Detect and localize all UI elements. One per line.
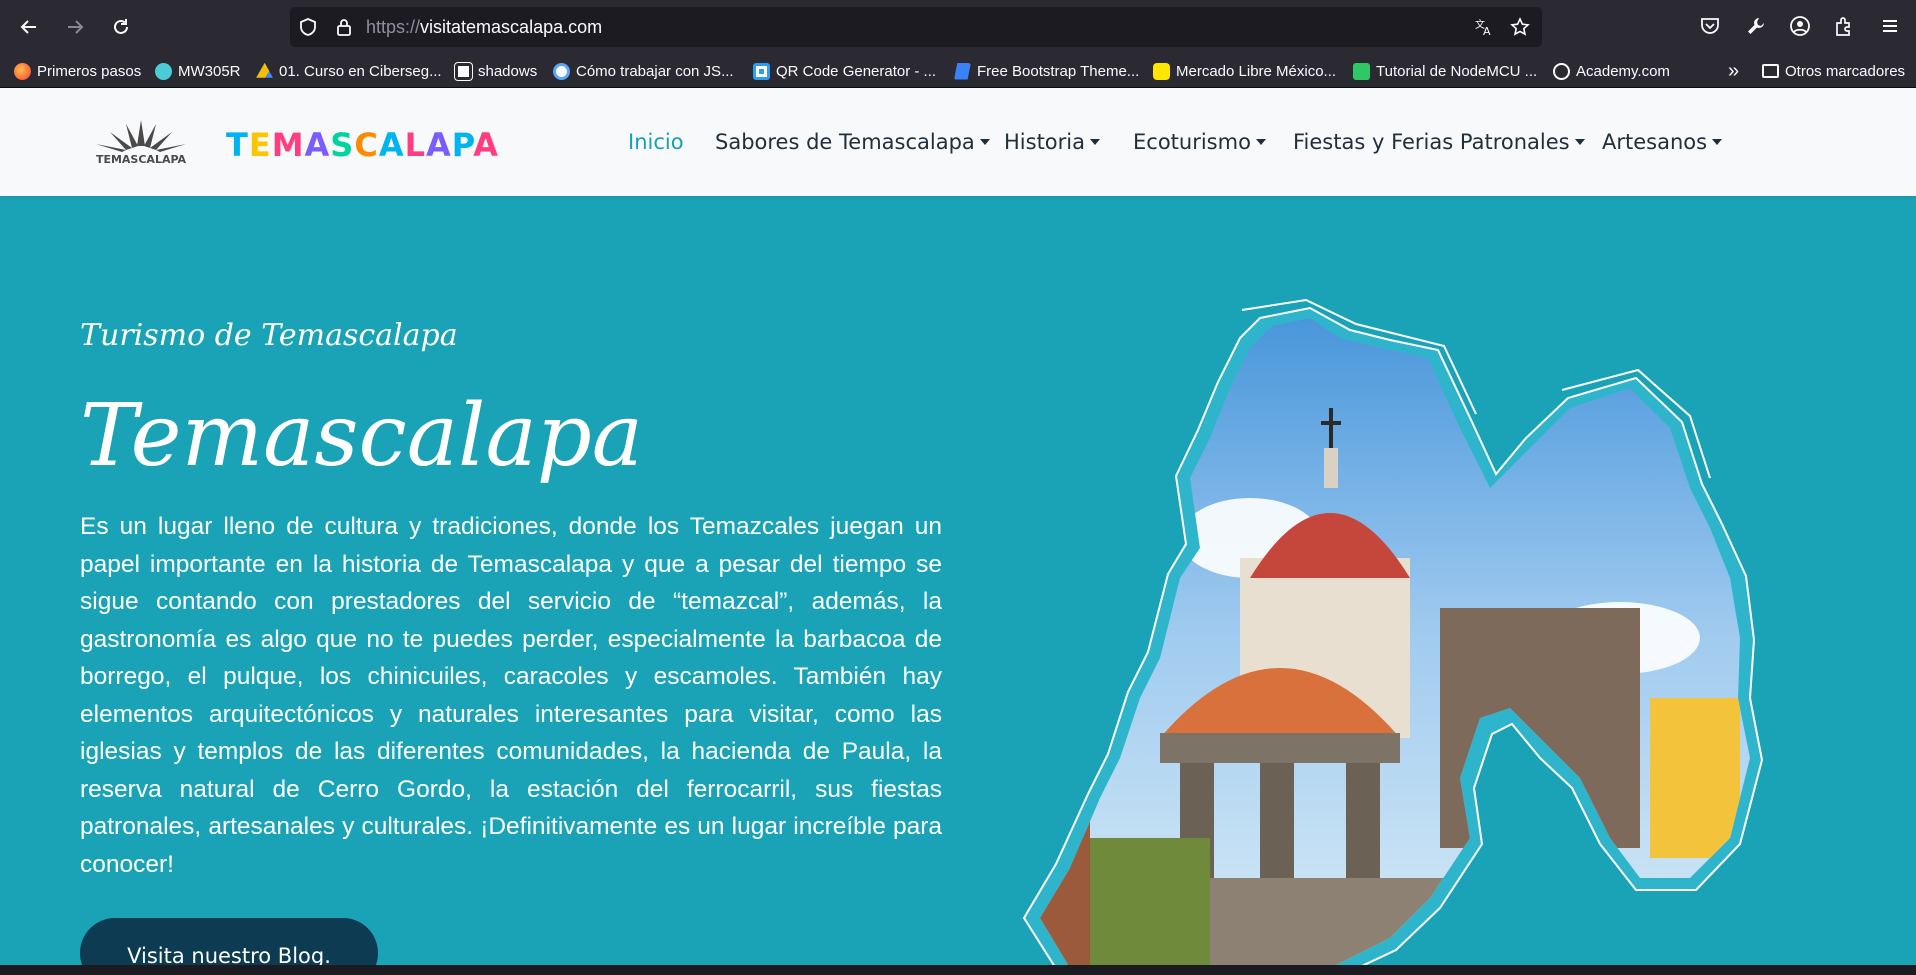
temascalapa-logo[interactable]: TEMASCALAPA	[88, 118, 194, 166]
url-host: visitatemascalapa.com	[420, 17, 603, 37]
pocket-icon[interactable]	[1699, 15, 1721, 37]
more-bookmarks-button[interactable]: »	[1728, 60, 1739, 82]
bookmark-item[interactable]: QR Code Generator - ...	[753, 60, 936, 82]
url-protocol: https://	[366, 17, 421, 37]
window-bottom-edge	[0, 965, 1916, 975]
nodemcu-icon	[1353, 62, 1370, 80]
svg-text:A: A	[1483, 25, 1491, 37]
globe-icon	[553, 62, 570, 80]
extensions-icon[interactable]	[1833, 15, 1855, 37]
brand-letter: M	[271, 126, 305, 164]
nav-historia[interactable]: Historia	[1004, 130, 1100, 154]
bookmarks-bar: Primeros pasos MW305R 01. Curso en Ciber…	[0, 54, 1916, 88]
address-bar[interactable]: https://visitatemascalapa.com 文A	[290, 7, 1542, 47]
site-brand[interactable]: TEMASCALAPA	[226, 126, 499, 164]
nav-sabores[interactable]: Sabores de Temascalapa	[715, 130, 990, 154]
forward-button[interactable]	[58, 10, 92, 44]
nav-inicio[interactable]: Inicio	[628, 130, 684, 154]
mercadolibre-icon	[1153, 62, 1170, 80]
caret-down-icon	[1574, 139, 1585, 145]
translate-icon[interactable]: 文A	[1474, 17, 1494, 37]
web-page: TEMASCALAPA TEMASCALAPA Inicio Sabores d…	[0, 88, 1916, 965]
reload-icon	[114, 19, 128, 34]
nav-fiestas[interactable]: Fiestas y Ferias Patronales	[1293, 130, 1585, 154]
bookmark-star-icon[interactable]	[1510, 17, 1530, 37]
caret-down-icon	[1090, 139, 1100, 145]
back-button[interactable]	[12, 10, 46, 44]
brand-letter: L	[404, 126, 426, 164]
caret-down-icon	[1255, 139, 1266, 145]
tplink-icon	[155, 62, 172, 80]
arrow-right-icon	[68, 20, 84, 34]
brand-letter: P	[451, 126, 474, 164]
logo-caption: TEMASCALAPA	[96, 153, 187, 166]
municipality-map-image	[1022, 298, 1764, 965]
chevrons-right-icon: »	[1728, 59, 1740, 82]
brand-letter: A	[425, 126, 452, 164]
url-text[interactable]: https://visitatemascalapa.com	[366, 17, 602, 38]
site-navbar: TEMASCALAPA TEMASCALAPA Inicio Sabores d…	[0, 88, 1916, 196]
bookmark-item[interactable]: Academy.com	[1553, 60, 1670, 82]
arrow-left-icon	[20, 20, 36, 34]
reload-button[interactable]	[104, 10, 138, 44]
shield-icon[interactable]	[298, 17, 318, 37]
shadows-icon	[454, 61, 473, 81]
caret-down-icon	[979, 139, 990, 145]
bookmark-item[interactable]: Mercado Libre México...	[1153, 60, 1336, 82]
account-icon[interactable]	[1789, 15, 1811, 37]
brand-letter: A	[304, 126, 331, 164]
brand-letter: C	[354, 126, 379, 164]
bookmark-item[interactable]: shadows	[454, 60, 537, 82]
menu-icon[interactable]	[1879, 15, 1901, 37]
bookmark-item[interactable]: Free Bootstrap Theme...	[954, 60, 1139, 82]
bootstrap-icon	[954, 62, 971, 80]
hero-subtitle: Turismo de Temascalapa	[80, 318, 458, 353]
hero-title: Temascalapa	[80, 386, 644, 486]
blog-button[interactable]: Visita nuestro Blog.	[80, 918, 378, 965]
folder-icon	[1762, 64, 1779, 78]
brand-letter: A	[473, 126, 500, 164]
globe-icon	[1553, 62, 1570, 80]
brand-letter: A	[378, 126, 405, 164]
other-bookmarks-folder[interactable]: Otros marcadores	[1762, 60, 1905, 82]
firefox-icon	[14, 62, 31, 80]
nav-artesanos[interactable]: Artesanos	[1602, 130, 1723, 154]
bookmark-item[interactable]: 01. Curso en Ciberseg...	[256, 60, 442, 82]
bookmark-item[interactable]: Primeros pasos	[14, 60, 141, 82]
hero-description: Es un lugar lleno de cultura y tradicion…	[80, 513, 942, 878]
browser-toolbar: https://visitatemascalapa.com 文A	[0, 0, 1916, 54]
nav-ecoturismo[interactable]: Ecoturismo	[1133, 130, 1266, 154]
lock-icon[interactable]	[334, 17, 354, 37]
bookmark-item[interactable]: Tutorial de NodeMCU ...	[1353, 60, 1537, 82]
bookmark-item[interactable]: Cómo trabajar con JS...	[553, 60, 734, 82]
brand-letter: E	[248, 126, 272, 164]
qr-icon	[753, 62, 770, 80]
brand-letter: T	[226, 126, 249, 164]
bookmark-item[interactable]: MW305R	[155, 60, 241, 82]
caret-down-icon	[1712, 139, 1723, 145]
drive-icon	[256, 62, 273, 78]
brand-letter: S	[330, 126, 355, 164]
wrench-icon[interactable]	[1745, 15, 1767, 37]
